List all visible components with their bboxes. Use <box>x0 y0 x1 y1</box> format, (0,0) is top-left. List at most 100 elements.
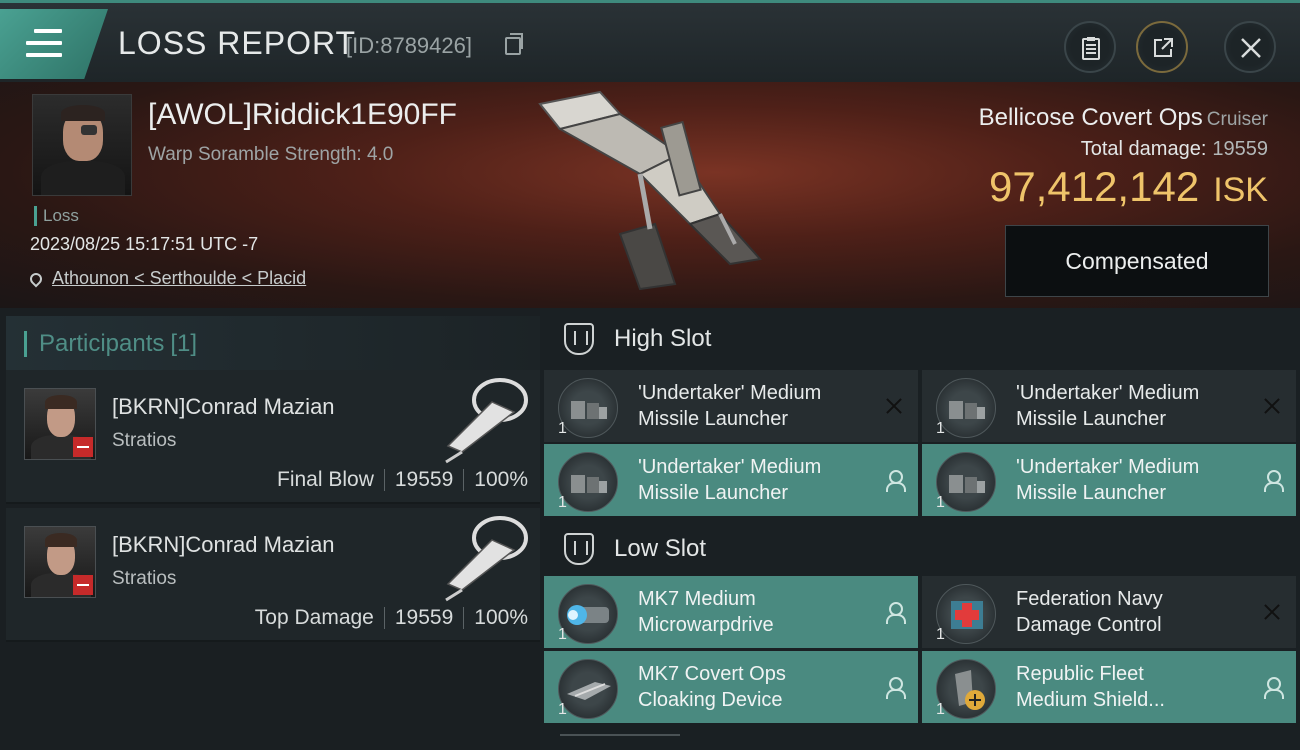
module-item[interactable]: 1 MK7 Medium Microwarpdrive <box>544 576 918 648</box>
module-quantity: 1 <box>936 626 945 643</box>
ship-name[interactable]: Bellicose Covert Ops <box>979 104 1203 131</box>
participants-count: [1] <box>170 330 198 357</box>
isk-value: 97,412,142 <box>988 163 1200 210</box>
share-button[interactable] <box>1136 21 1188 73</box>
victim-portrait[interactable] <box>32 94 132 196</box>
module-item[interactable]: 1 Republic Fleet Medium Shield... <box>922 651 1296 723</box>
high-slot-icon <box>564 323 594 355</box>
victim-panel: [AWOL]Riddick1E90FF Warp Soramble Streng… <box>0 82 1300 308</box>
participant-damage: 19559 <box>394 606 454 629</box>
victim-ship-image <box>538 90 762 291</box>
avatar <box>24 388 96 460</box>
module-item[interactable]: 1 'Undertaker' Medium Missile Launcher <box>544 444 918 516</box>
high-slot-label: High Slot <box>614 325 712 352</box>
module-quantity: 1 <box>936 420 945 437</box>
missile-launcher-icon <box>558 378 618 438</box>
participants-label: Participants <box>39 330 165 357</box>
corp-badge-icon <box>73 575 93 595</box>
close-icon <box>1241 38 1261 58</box>
participant-role: Final Blow <box>277 468 374 491</box>
module-quantity: 1 <box>558 494 567 511</box>
destroyed-icon <box>884 396 904 416</box>
participant-role: Top Damage <box>254 606 374 629</box>
destroyed-icon <box>1262 602 1282 622</box>
hamburger-icon <box>26 29 62 57</box>
missile-launcher-icon <box>558 452 618 512</box>
missile-launcher-icon <box>936 452 996 512</box>
close-button[interactable] <box>1224 21 1276 73</box>
location-row: Athounon < Serthoulde < Placid <box>27 268 306 289</box>
module-quantity: 1 <box>936 701 945 718</box>
top-bar: LOSS REPORT [ID:8789426] <box>0 0 1300 82</box>
low-slot-header: Low Slot <box>540 518 1300 580</box>
module-name: Federation Navy Damage Control <box>1016 588 1163 636</box>
module-item[interactable]: 1 'Undertaker' Medium Missile Launcher <box>544 370 918 442</box>
participant-name: [BKRN]Conrad Mazian <box>112 532 335 557</box>
ship-class: Cruiser <box>1206 109 1268 130</box>
participant-stats: Top Damage 19559 100% <box>255 606 528 630</box>
module-item[interactable]: 1 Federation Navy Damage Control <box>922 576 1296 648</box>
destroyed-icon <box>1262 396 1282 416</box>
participants-header: Participants [1] <box>6 316 540 372</box>
missile-launcher-icon <box>936 378 996 438</box>
module-name: 'Undertaker' Medium Missile Launcher <box>638 382 822 430</box>
module-name: Republic Fleet Medium Shield... <box>1016 663 1165 711</box>
cloaking-device-icon <box>558 659 618 719</box>
loss-tag: Loss <box>34 206 79 226</box>
warp-scramble-strength: Warp Soramble Strength: 4.0 <box>148 144 394 165</box>
low-slot-icon <box>564 533 594 565</box>
participant-name: [BKRN]Conrad Mazian <box>112 394 335 419</box>
module-quantity: 1 <box>936 494 945 511</box>
participant-ship-icon <box>445 516 528 602</box>
module-name: MK7 Covert Ops Cloaking Device <box>638 663 786 711</box>
module-name: 'Undertaker' Medium Missile Launcher <box>1016 382 1200 430</box>
module-quantity: 1 <box>558 626 567 643</box>
report-id: [ID:8789426] <box>346 33 472 58</box>
module-quantity: 1 <box>558 701 567 718</box>
avatar <box>24 526 96 598</box>
module-name: 'Undertaker' Medium Missile Launcher <box>1016 456 1200 504</box>
page-title: LOSS REPORT <box>118 25 357 61</box>
location-link[interactable]: Athounon < Serthoulde < Placid <box>52 268 306 288</box>
location-pin-icon <box>27 270 45 288</box>
participants-panel: Participants [1] [BKRN]Conrad Mazian Str… <box>0 308 540 750</box>
ship-info: Bellicose Covert Ops Cruiser Total damage… <box>979 104 1268 211</box>
module-name: MK7 Medium Microwarpdrive <box>638 588 774 636</box>
participant-ship: Stratios <box>112 568 177 589</box>
copy-icon[interactable] <box>505 33 523 55</box>
participant-percent: 100% <box>474 606 528 629</box>
damage-control-icon <box>936 584 996 644</box>
dropped-user-icon <box>884 470 906 492</box>
participant-ship: Stratios <box>112 430 177 451</box>
total-damage-label: Total damage: <box>1080 138 1207 160</box>
high-slot-header: High Slot <box>540 308 1300 370</box>
module-item[interactable]: 1 'Undertaker' Medium Missile Launcher <box>922 370 1296 442</box>
participant-damage: 19559 <box>394 468 454 491</box>
isk-unit: ISK <box>1213 171 1268 209</box>
participant-ship-icon <box>445 378 528 464</box>
victim-name[interactable]: [AWOL]Riddick1E90FF <box>148 98 457 132</box>
module-name: 'Undertaker' Medium Missile Launcher <box>638 456 822 504</box>
shield-extender-icon <box>936 659 996 719</box>
clipboard-icon <box>1082 37 1100 60</box>
participant-card[interactable]: [BKRN]Conrad Mazian Stratios Final Blow 1… <box>6 370 540 504</box>
participant-stats: Final Blow 19559 100% <box>277 468 528 492</box>
module-item[interactable]: 1 'Undertaker' Medium Missile Launcher <box>922 444 1296 516</box>
module-quantity: 1 <box>558 420 567 437</box>
share-icon <box>1154 38 1173 57</box>
fitting-panel: High Slot 1 'Undertaker' Medium Missile L… <box>540 308 1300 750</box>
module-item[interactable]: 1 MK7 Covert Ops Cloaking Device <box>544 651 918 723</box>
dropped-user-icon <box>1262 470 1284 492</box>
participant-card[interactable]: [BKRN]Conrad Mazian Stratios Top Damage 1… <box>6 508 540 642</box>
compensated-button[interactable]: Compensated <box>1005 225 1269 297</box>
mid-slot-header-partial <box>560 734 680 750</box>
participant-percent: 100% <box>474 468 528 491</box>
microwarpdrive-icon <box>558 584 618 644</box>
total-damage-value: 19559 <box>1212 138 1268 160</box>
clipboard-button[interactable] <box>1064 21 1116 73</box>
loss-datetime: 2023/08/25 15:17:51 UTC -7 <box>30 234 259 254</box>
low-slot-label: Low Slot <box>614 535 707 562</box>
menu-button[interactable] <box>0 9 108 79</box>
dropped-user-icon <box>884 677 906 699</box>
dropped-user-icon <box>884 602 906 624</box>
